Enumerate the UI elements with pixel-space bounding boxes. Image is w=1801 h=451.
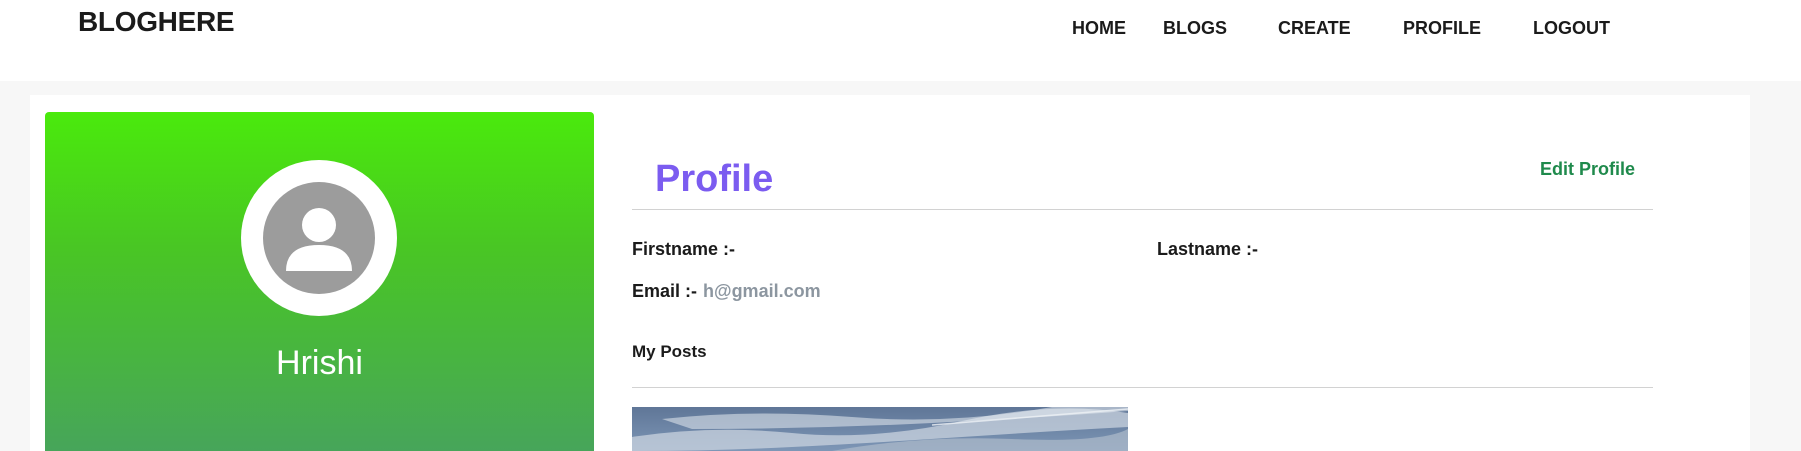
firstname-field: Firstname :- xyxy=(632,239,741,260)
lastname-field: Lastname :- xyxy=(1157,239,1264,260)
edit-profile-link[interactable]: Edit Profile xyxy=(1540,159,1635,180)
nav-profile-link[interactable]: PROFILE xyxy=(1403,18,1481,39)
nav-create-link[interactable]: CREATE xyxy=(1278,18,1351,39)
firstname-label: Firstname :- xyxy=(632,239,736,259)
email-label: Email :- xyxy=(632,281,698,301)
my-posts-heading: My Posts xyxy=(632,342,707,361)
nav-home-link[interactable]: HOME xyxy=(1072,18,1126,39)
email-value: h@gmail.com xyxy=(703,281,821,301)
avatar xyxy=(241,160,397,316)
email-field: Email :- h@gmail.com xyxy=(632,281,821,302)
nav-logout-link[interactable]: LOGOUT xyxy=(1533,18,1610,39)
user-name: Hrishi xyxy=(276,344,363,382)
nav-blogs-link[interactable]: BLOGS xyxy=(1163,18,1227,39)
user-avatar-icon xyxy=(263,182,375,294)
profile-divider xyxy=(632,209,1653,210)
top-navbar: BLOGHERE HOME BLOGS CREATE PROFILE LOGOU… xyxy=(0,0,1801,81)
post-thumbnail-image[interactable] xyxy=(632,407,1128,451)
page-title: Profile xyxy=(655,158,774,200)
lastname-label: Lastname :- xyxy=(1157,239,1259,259)
brand-logo[interactable]: BLOGHERE xyxy=(78,6,235,38)
profile-side-panel: Hrishi xyxy=(45,112,594,451)
posts-divider xyxy=(632,387,1653,388)
